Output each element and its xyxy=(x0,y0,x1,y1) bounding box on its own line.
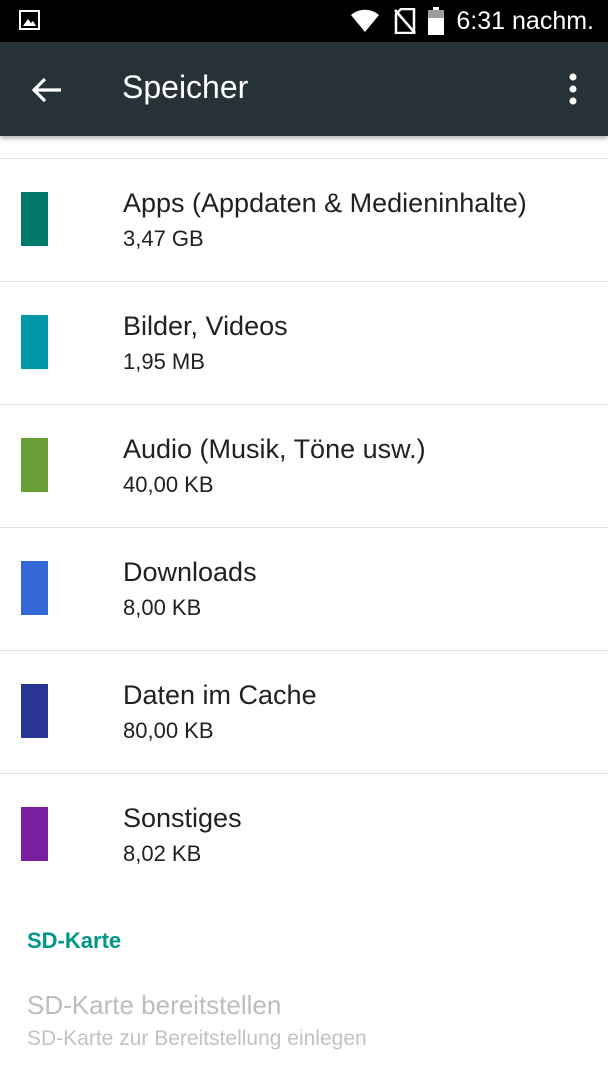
storage-item-size: 40,00 KB xyxy=(123,472,214,497)
mount-sd-card-summary: SD-Karte zur Bereitstellung einlegen xyxy=(27,1027,367,1050)
storage-item-size: 3,47 GB xyxy=(123,226,204,251)
storage-list: Apps (Appdaten & Medieninhalte) 3,47 GB … xyxy=(0,158,608,896)
storage-item-label: Sonstiges xyxy=(123,803,242,833)
more-vertical-icon[interactable] xyxy=(558,69,588,109)
status-bar: 6:31 nachm. xyxy=(0,0,608,42)
storage-item-size: 8,02 KB xyxy=(123,841,202,866)
storage-item-audio[interactable]: Audio (Musik, Töne usw.) 40,00 KB xyxy=(0,405,608,528)
storage-item-images-videos[interactable]: Bilder, Videos 1,95 MB xyxy=(0,282,608,405)
status-icons: 6:31 nachm. xyxy=(350,0,608,42)
storage-item-label: Audio (Musik, Töne usw.) xyxy=(123,434,426,464)
mount-sd-card-title: SD-Karte bereitstellen xyxy=(27,990,282,1020)
wifi-icon xyxy=(351,9,380,32)
storage-item-label: Daten im Cache xyxy=(123,680,317,710)
storage-item-misc[interactable]: Sonstiges 8,02 KB xyxy=(0,774,608,896)
status-time: 6:31 nachm. xyxy=(456,6,594,35)
color-swatch xyxy=(21,315,48,369)
storage-item-label: Downloads xyxy=(123,557,257,587)
section-header-sd-card: SD-Karte xyxy=(27,928,122,953)
color-swatch xyxy=(21,684,48,738)
storage-item-size: 80,00 KB xyxy=(123,718,214,743)
gallery-notification-icon xyxy=(19,10,40,30)
color-swatch xyxy=(21,807,48,861)
page-title: Speicher xyxy=(122,69,249,105)
storage-item-size: 1,95 MB xyxy=(123,349,205,374)
arrow-back-icon[interactable] xyxy=(28,71,66,109)
color-swatch xyxy=(21,561,48,615)
app-bar: Speicher xyxy=(0,42,608,136)
storage-item-size: 8,00 KB xyxy=(123,595,202,620)
battery-icon xyxy=(428,7,445,35)
storage-item-apps[interactable]: Apps (Appdaten & Medieninhalte) 3,47 GB xyxy=(0,159,608,282)
storage-item-cache[interactable]: Daten im Cache 80,00 KB xyxy=(0,651,608,774)
color-swatch xyxy=(21,192,48,246)
color-swatch xyxy=(21,438,48,492)
storage-item-label: Bilder, Videos xyxy=(123,311,288,341)
storage-item-downloads[interactable]: Downloads 8,00 KB xyxy=(0,528,608,651)
no-sim-icon xyxy=(394,8,417,34)
mount-sd-card-preference: SD-Karte bereitstellen SD-Karte zur Bere… xyxy=(0,975,608,1070)
storage-item-label: Apps (Appdaten & Medieninhalte) xyxy=(123,188,527,218)
